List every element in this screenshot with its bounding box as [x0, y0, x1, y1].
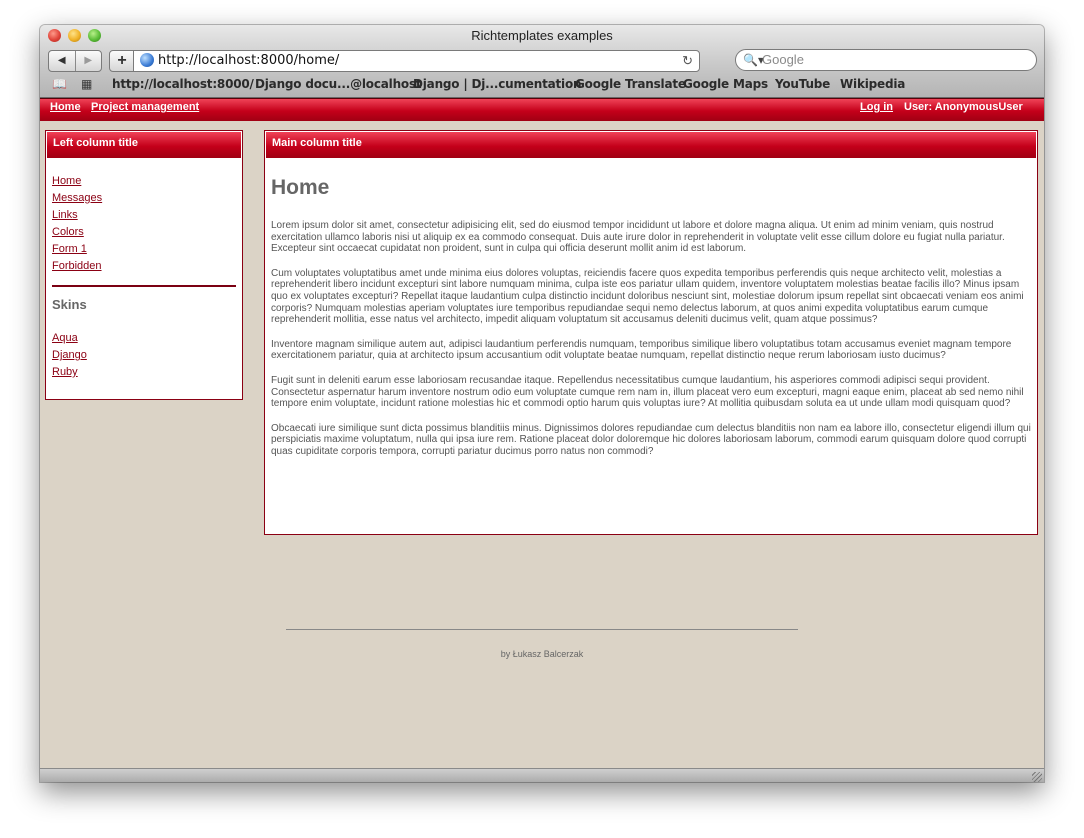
bookmark-wikipedia[interactable]: Wikipedia	[840, 76, 905, 92]
top-navigation: Home Project management Log in User: Ano…	[40, 98, 1044, 121]
forward-button[interactable]: ▶	[74, 51, 102, 71]
footer-divider	[286, 629, 798, 630]
window-title: Richtemplates examples	[471, 28, 613, 43]
sidebar-link-colors[interactable]: Colors	[52, 225, 102, 242]
history-nav: ◀ ▶	[48, 50, 102, 72]
nav-project-management-link[interactable]: Project management	[91, 101, 199, 113]
sidebar-divider	[52, 285, 236, 287]
bookmark-localhost[interactable]: http://localhost:8000/	[112, 76, 254, 92]
browser-toolbar: Richtemplates examples ◀ ▶ + http://loca…	[40, 25, 1044, 98]
search-field[interactable]: 🔍▾ Google	[735, 49, 1037, 71]
page-heading: Home	[271, 176, 330, 199]
search-placeholder[interactable]: Google	[762, 50, 804, 70]
main-text: Lorem ipsum dolor sit amet, consectetur …	[271, 220, 1032, 471]
left-column-title: Left column title	[46, 131, 242, 159]
login-link[interactable]: Log in	[860, 101, 893, 113]
skin-link-ruby[interactable]: Ruby	[52, 365, 87, 382]
skins-menu: Aqua Django Ruby	[52, 331, 87, 382]
main-column: Main column title Home Lorem ipsum dolor…	[264, 130, 1038, 535]
book-icon[interactable]: 📖	[52, 76, 67, 92]
bookmark-google-translate[interactable]: Google Translate	[575, 76, 686, 92]
back-button[interactable]: ◀	[49, 51, 75, 71]
search-icon: 🔍▾	[743, 53, 764, 67]
paragraph: Obcaecati iure similique sunt dicta poss…	[271, 422, 1031, 457]
reload-icon[interactable]: ↻	[682, 51, 693, 71]
bookmark-django-docs[interactable]: Django docu...@localhost	[255, 76, 422, 92]
bookmark-google-maps[interactable]: Google Maps	[683, 76, 768, 92]
sidebar-menu: Home Messages Links Colors Form 1 Forbid…	[52, 174, 102, 276]
skins-heading: Skins	[52, 297, 87, 312]
browser-window: Richtemplates examples ◀ ▶ + http://loca…	[40, 25, 1044, 782]
paragraph: Fugit sunt in deleniti earum esse labori…	[271, 374, 1024, 410]
nav-home-link[interactable]: Home	[50, 101, 81, 113]
skin-link-django[interactable]: Django	[52, 348, 87, 365]
paragraph: Lorem ipsum dolor sit amet, consectetur …	[271, 220, 1005, 255]
bookmark-django-documentation[interactable]: Django | Dj...cumentation	[413, 76, 582, 92]
main-column-title: Main column title	[265, 131, 1037, 159]
sidebar-link-form-1[interactable]: Form 1	[52, 242, 102, 259]
current-user-label: User: AnonymousUser	[904, 101, 1023, 113]
add-bookmark-button[interactable]: +	[109, 50, 135, 72]
left-column: Left column title Home Messages Links Co…	[45, 130, 243, 400]
sidebar-link-links[interactable]: Links	[52, 208, 102, 225]
bookmarks-bar: 📖 ▦ http://localhost:8000/ Django docu..…	[40, 76, 1044, 94]
status-bar	[40, 768, 1044, 782]
paragraph: Inventore magnam similique autem aut, ad…	[271, 338, 1012, 362]
skin-link-aqua[interactable]: Aqua	[52, 331, 87, 348]
sidebar-link-forbidden[interactable]: Forbidden	[52, 259, 102, 276]
top-sites-grid-icon[interactable]: ▦	[81, 76, 92, 92]
footer-credit: by Łukasz Balcerzak	[500, 649, 584, 659]
bookmark-youtube[interactable]: YouTube	[775, 76, 830, 92]
sidebar-link-home[interactable]: Home	[52, 174, 102, 191]
address-bar[interactable]: http://localhost:8000/home/ ↻	[133, 50, 700, 72]
resize-grip-icon[interactable]	[1032, 772, 1042, 782]
sidebar-link-messages[interactable]: Messages	[52, 191, 102, 208]
paragraph: Cum voluptates voluptatibus amet unde mi…	[271, 267, 1024, 326]
page-content: Home Project management Log in User: Ano…	[40, 98, 1044, 768]
address-bar-url[interactable]: http://localhost:8000/home/	[158, 51, 339, 71]
globe-icon	[140, 53, 154, 67]
